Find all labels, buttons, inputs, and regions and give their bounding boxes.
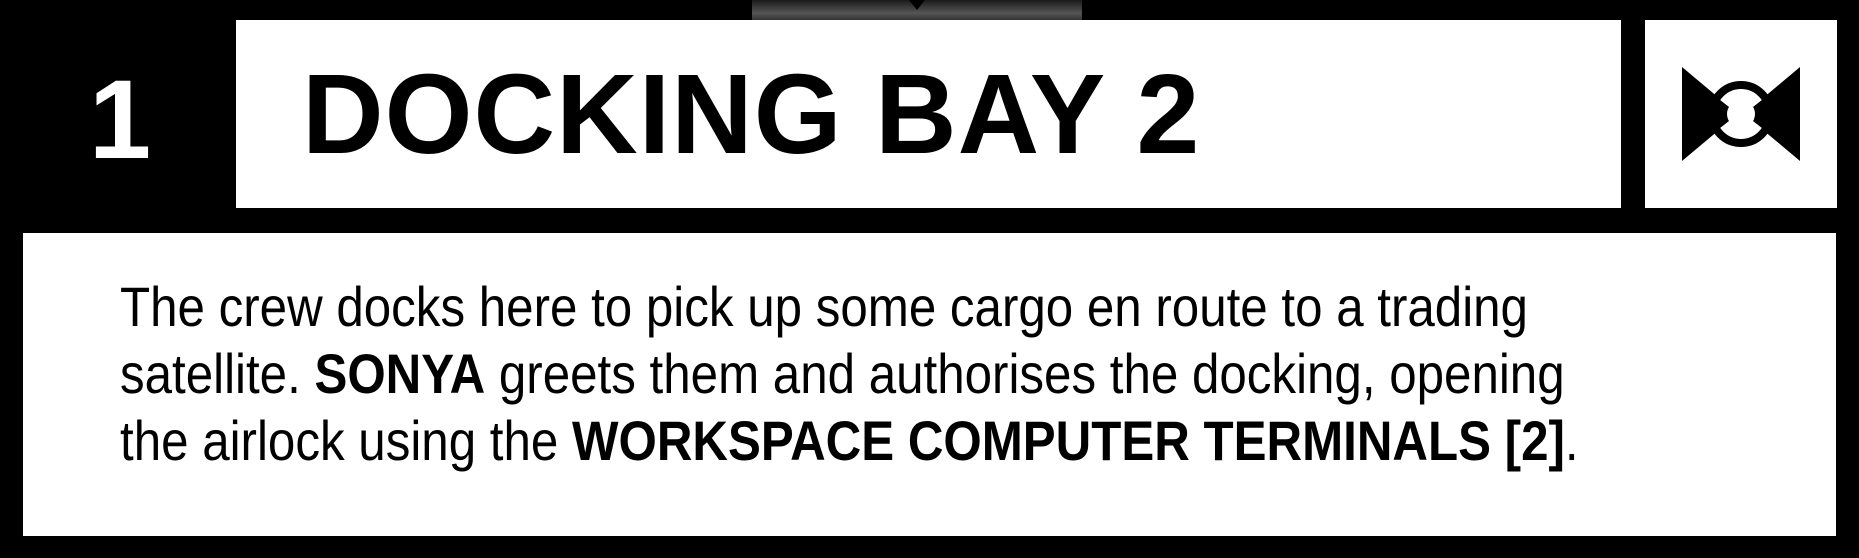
location-card: 1 DOCKING BAY 2 The crew docks here to p… <box>0 0 1859 558</box>
description-line-2-start: satellite. <box>120 342 315 405</box>
description-line-2: satellite. SONYA greets them and authori… <box>120 340 1616 407</box>
docking-bowtie-icon <box>1682 67 1800 161</box>
description-line-1: The crew docks here to pick up some carg… <box>120 275 1528 338</box>
description-line-3-end: . <box>1564 409 1579 472</box>
description-line-3: the airlock using the WORKSPACE COMPUTER… <box>120 407 1616 474</box>
description-panel: The crew docks here to pick up some carg… <box>23 233 1836 536</box>
top-connector-marker <box>752 0 1082 22</box>
icon-panel <box>1645 20 1837 208</box>
title-panel: DOCKING BAY 2 <box>236 20 1621 208</box>
description-line-3-start: the airlock using the <box>120 409 572 472</box>
location-number: 1 <box>88 57 152 182</box>
description-text: The crew docks here to pick up some carg… <box>120 273 1616 474</box>
description-line-2-end: greets them and authorises the docking, … <box>485 342 1565 405</box>
item-workspace-terminals: WORKSPACE COMPUTER TERMINALS [2] <box>571 409 1565 472</box>
location-title: DOCKING BAY 2 <box>302 51 1201 177</box>
character-name-sonya: SONYA <box>314 342 486 405</box>
